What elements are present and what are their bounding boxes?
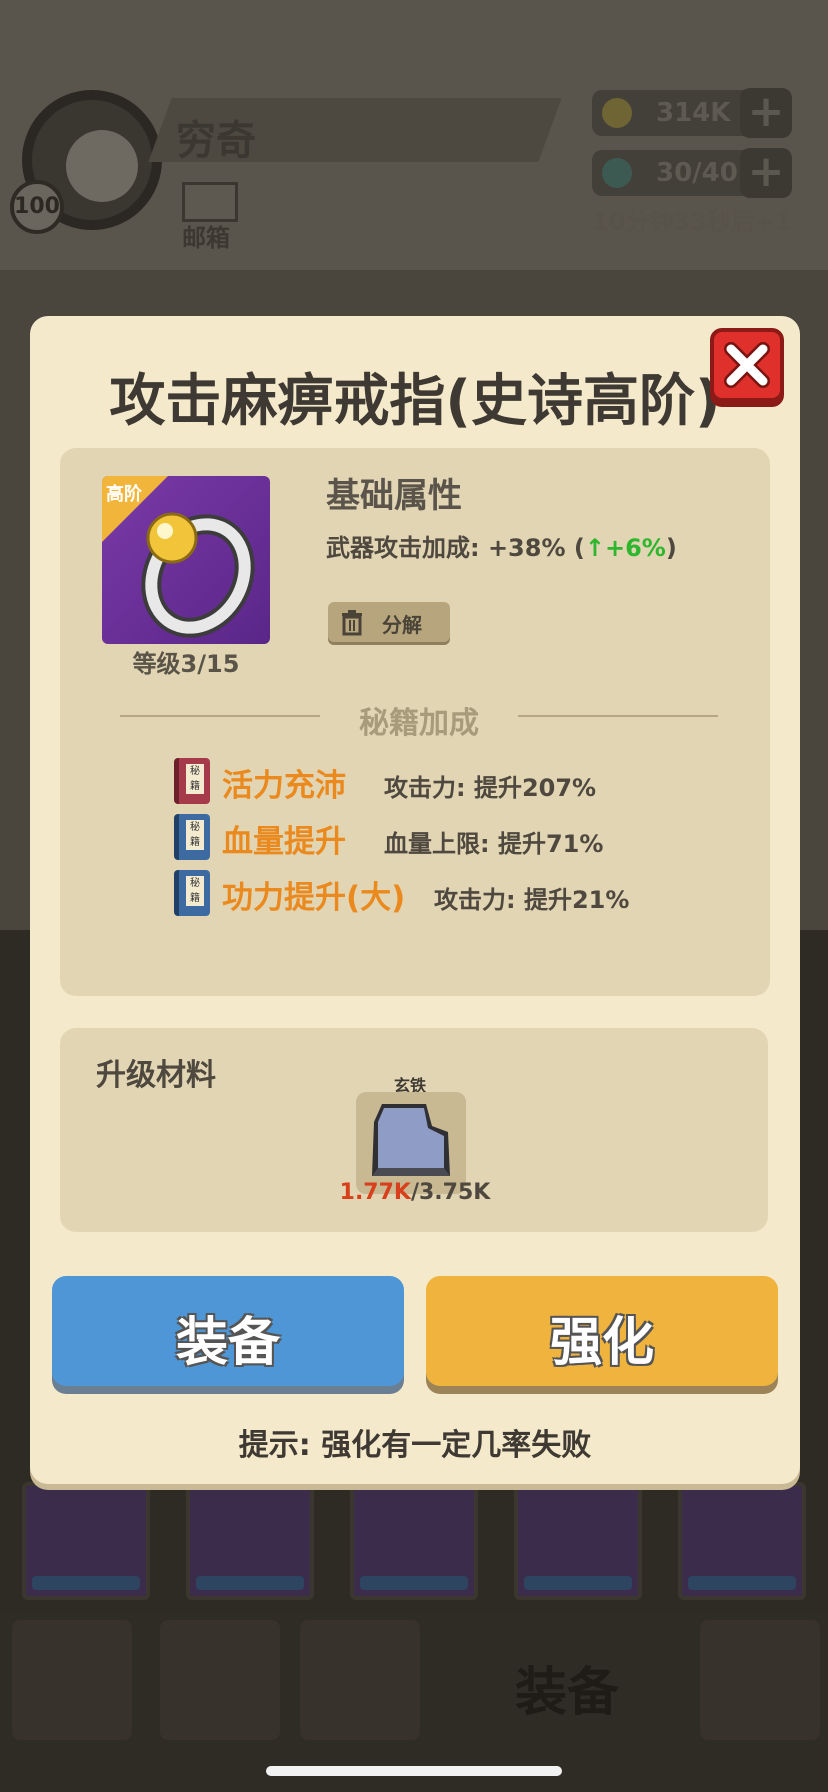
upgrade-materials-title: 升级材料 bbox=[96, 1058, 216, 1093]
add-gold-button: + bbox=[740, 88, 792, 138]
attack-bonus-increase: ↑+6% bbox=[584, 534, 666, 562]
stamina-counter: 30/40 + bbox=[592, 148, 792, 198]
blue-book-icon: 秘籍 bbox=[174, 814, 210, 860]
divider bbox=[120, 715, 320, 717]
skill-effect: 攻击力: 提升207% bbox=[384, 774, 597, 802]
card-progress-bar bbox=[196, 1576, 304, 1590]
inventory-card bbox=[350, 1482, 478, 1600]
base-attributes-title: 基础属性 bbox=[326, 476, 462, 516]
gold-value: 314K bbox=[656, 98, 731, 128]
equip-button[interactable]: 装备 bbox=[52, 1276, 404, 1386]
book-tag: 秘籍 bbox=[186, 876, 204, 906]
gold-counter: 314K + bbox=[592, 88, 792, 138]
card-progress-bar bbox=[688, 1576, 796, 1590]
inventory-card bbox=[514, 1482, 642, 1600]
attack-bonus-text: 武器攻击加成: +38% ( bbox=[326, 534, 585, 562]
item-level: 等级3/15 bbox=[132, 650, 240, 678]
skill-name: 活力充沛 bbox=[222, 768, 346, 804]
decompose-label: 分解 bbox=[382, 613, 422, 637]
item-detail-modal: 攻击麻痹戒指(史诗高阶) 高阶 等级3/15 基础属性 武器攻击加成: +38%… bbox=[30, 316, 800, 1484]
black-iron-icon bbox=[372, 1104, 450, 1176]
red-book-icon: 秘籍 bbox=[174, 758, 210, 804]
nav-task-icon bbox=[12, 1620, 132, 1740]
nav-equip-label: 装备 bbox=[515, 1663, 620, 1723]
close-icon bbox=[724, 342, 770, 388]
skill-effect: 血量上限: 提升71% bbox=[384, 830, 604, 858]
home-indicator[interactable] bbox=[266, 1766, 562, 1776]
trash-icon bbox=[342, 610, 362, 636]
enhance-button[interactable]: 强化 bbox=[426, 1276, 778, 1386]
gold-coin-icon bbox=[602, 98, 632, 128]
inventory-card bbox=[22, 1482, 150, 1600]
nav-training-icon bbox=[160, 1620, 280, 1740]
material-have: 1.77K bbox=[339, 1180, 411, 1205]
attack-bonus-line: 武器攻击加成: +38% (↑+6%) bbox=[326, 528, 677, 563]
nav-battle-icon bbox=[300, 1620, 420, 1740]
inventory-card bbox=[678, 1482, 806, 1600]
decompose-button[interactable]: 分解 bbox=[328, 602, 450, 642]
material-slot[interactable] bbox=[356, 1092, 466, 1194]
tier-badge: 高阶 bbox=[106, 484, 142, 505]
divider bbox=[518, 715, 718, 717]
book-tag: 秘籍 bbox=[186, 764, 204, 794]
enhance-button-label: 强化 bbox=[549, 1313, 654, 1373]
card-progress-bar bbox=[32, 1576, 140, 1590]
inventory-card bbox=[186, 1482, 314, 1600]
secret-bonus-title: 秘籍加成 bbox=[359, 706, 479, 741]
card-progress-bar bbox=[360, 1576, 468, 1590]
hint-text: 提示: 强化有一定几率失败 bbox=[238, 1428, 592, 1463]
mail-icon bbox=[182, 182, 238, 222]
player-name: 穷奇 bbox=[176, 118, 256, 164]
skill-name: 功力提升(大) bbox=[222, 880, 406, 916]
stamina-value: 30/40 bbox=[656, 158, 738, 188]
item-title: 攻击麻痹戒指(史诗高阶) bbox=[109, 369, 721, 434]
secret-bonus-header: 秘籍加成 bbox=[60, 696, 770, 741]
blue-book-icon: 秘籍 bbox=[174, 870, 210, 916]
material-need: /3.75K bbox=[410, 1180, 491, 1205]
stamina-timer: 10分钟33秒后+1 bbox=[592, 208, 792, 236]
material-count: 1.77K/3.75K bbox=[300, 1180, 530, 1205]
skill-name: 血量提升 bbox=[222, 824, 346, 860]
avatar-face-icon bbox=[66, 130, 138, 202]
card-progress-bar bbox=[524, 1576, 632, 1590]
ring-icon: 高阶 bbox=[102, 476, 270, 644]
gem-icon bbox=[602, 158, 632, 188]
add-stamina-button: + bbox=[740, 148, 792, 198]
player-level-badge: 100 bbox=[10, 180, 64, 234]
nav-collect-icon bbox=[700, 1620, 820, 1740]
close-button[interactable] bbox=[710, 328, 784, 402]
equip-button-label: 装备 bbox=[175, 1313, 280, 1373]
item-info-panel: 高阶 等级3/15 基础属性 武器攻击加成: +38% (↑+6%) 分解 秘籍… bbox=[60, 448, 770, 996]
skill-effect: 攻击力: 提升21% bbox=[434, 886, 630, 914]
attack-bonus-close: ) bbox=[665, 534, 677, 562]
upgrade-materials-panel: 升级材料 玄铁 1.77K/3.75K bbox=[60, 1028, 768, 1232]
book-tag: 秘籍 bbox=[186, 820, 204, 850]
mail-label: 邮箱 bbox=[182, 224, 230, 252]
